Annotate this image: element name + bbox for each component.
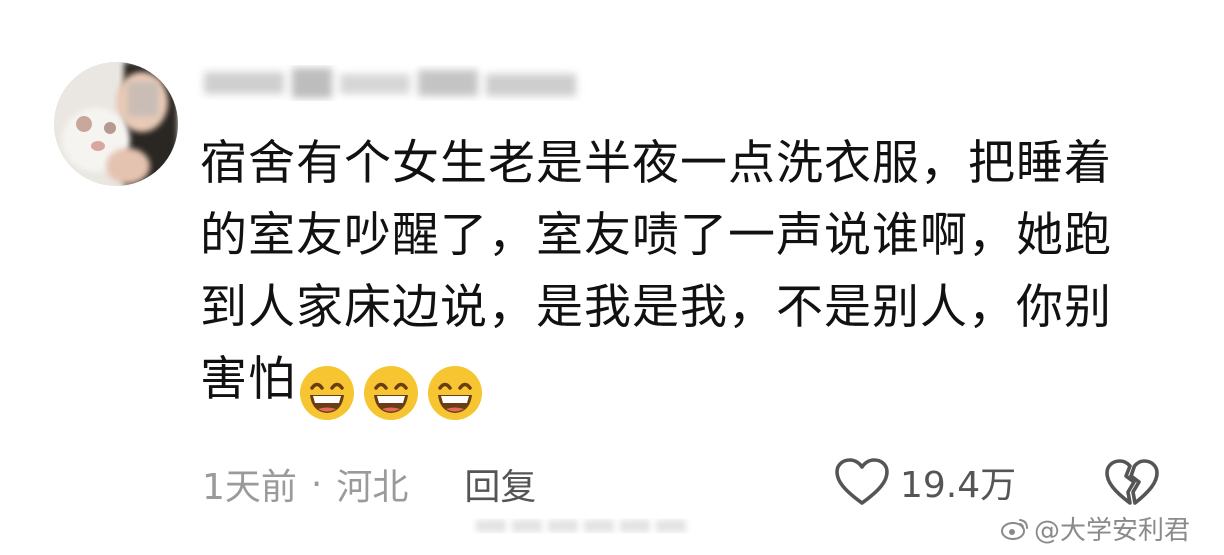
like-count: 19.4万 [900,465,1017,506]
heart-icon [835,458,889,505]
grin-emoji [428,365,482,420]
dislike-button[interactable] [1104,458,1160,512]
like-button[interactable]: 19.4万 [834,456,1016,508]
watermark-text: @大学安利君 [1034,516,1191,546]
emoji-group [298,354,490,426]
watermark: @大学安利君 [1000,510,1190,547]
comment-text: 宿舍有个女生老是半夜一点洗衣服，把睡着 的室友吵醒了，室友啧了一声说谁啊，她跑 … [200,128,1160,426]
meta-separator: · [310,463,323,505]
avatar[interactable] [54,62,178,186]
broken-heart-icon [1105,459,1159,505]
username[interactable] [196,64,586,106]
comment-location: 河北 [336,467,409,508]
grin-emoji [364,365,418,420]
grin-emoji [300,365,354,420]
blurred-strip [472,516,692,536]
reply-button[interactable]: 回复 [464,458,536,510]
comment-meta: 1天前 · 河北 回复 [202,458,536,510]
comment-time: 1天前 [202,467,297,508]
weibo-icon [1001,518,1028,540]
